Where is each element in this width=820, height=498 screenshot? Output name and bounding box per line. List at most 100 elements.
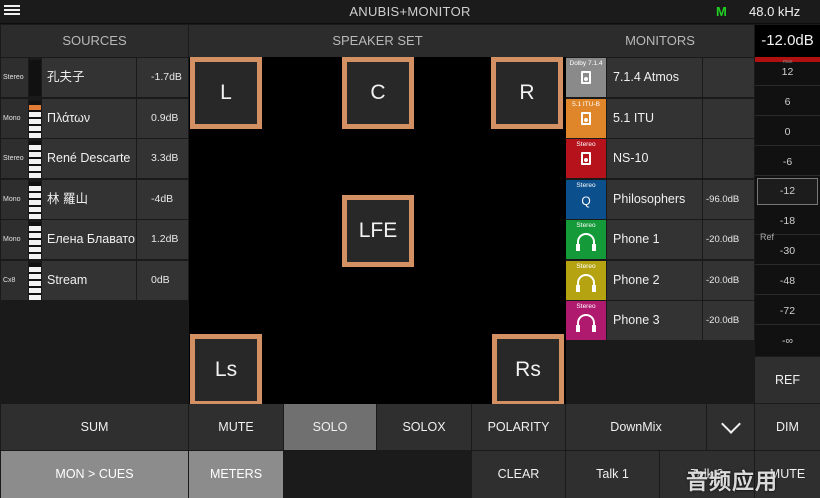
master-level-readout: -12.0dB (755, 25, 820, 57)
meter-segment (29, 145, 41, 150)
selected-level-marker[interactable]: -12 (757, 178, 818, 205)
sources-empty-area (1, 301, 188, 404)
monitor-format-tag: Stereo (566, 301, 606, 340)
source-gain[interactable]: 1.2dB (137, 220, 188, 259)
level-tick: -18 (779, 215, 796, 227)
meter-segment (29, 119, 41, 124)
monitor-level[interactable] (703, 99, 754, 138)
ref-button[interactable]: REF (755, 357, 820, 403)
speaker-icon (566, 71, 606, 89)
meter-segment (29, 186, 41, 191)
meter-segment (29, 247, 41, 252)
monitor-level[interactable]: -20.0dB (703, 220, 754, 259)
source-level-meter (29, 141, 41, 178)
level-tick: -∞ (782, 335, 793, 347)
meter-segment (29, 200, 41, 205)
meter-segment (29, 274, 41, 279)
monitor-format-label: Stereo (576, 303, 596, 310)
meter-segment (29, 254, 41, 259)
dim-button[interactable]: DIM (755, 404, 820, 450)
source-row[interactable]: Mono Елена Блавато 1.2dB (1, 220, 188, 260)
monitor-row[interactable]: Stereo Phone 3 -20.0dB (566, 301, 754, 341)
solo-button[interactable]: SOLO (284, 404, 376, 450)
level-tick: -72 (779, 305, 796, 317)
headphones-icon (566, 274, 606, 293)
source-row[interactable]: Stereo 孔夫子 -1.7dB (1, 58, 188, 98)
ref-level-marker: Ref (760, 232, 775, 242)
polarity-button[interactable]: POLARITY (472, 404, 565, 450)
downmix-button[interactable]: DownMix (566, 404, 706, 450)
monitor-format-label: 5.1 ITU-B (572, 101, 600, 108)
monitor-name: NS-10 (607, 139, 702, 178)
monitor-level[interactable] (703, 58, 754, 97)
monitor-format-label: Stereo (576, 182, 596, 189)
monitor-row[interactable]: Stereo NS-10 (566, 139, 754, 179)
talk1-button[interactable]: Talk 1 (566, 451, 659, 498)
source-format-tag: Mono (1, 180, 28, 219)
meter-segment (29, 240, 41, 245)
speaker-r[interactable]: R (491, 57, 563, 129)
watermark: 音频应用 (686, 469, 779, 494)
title-bar: ANUBIS+MONITOR M 48.0 kHz (0, 0, 820, 24)
source-row[interactable]: Stereo René Descarte 3.3dB (1, 139, 188, 179)
monitor-format-tag: Stereo (566, 261, 606, 300)
monitor-name: 7.1.4 Atmos (607, 58, 702, 97)
speaker-icon (566, 152, 606, 170)
clear-button[interactable]: CLEAR (472, 451, 565, 498)
meter-segment (29, 173, 41, 178)
monitor-level[interactable]: -20.0dB (703, 261, 754, 300)
monitor-format-label: Stereo (576, 222, 596, 229)
monitor-row[interactable]: Stereo Phone 2 -20.0dB (566, 261, 754, 301)
speaker-ls[interactable]: Ls (190, 334, 262, 406)
source-gain[interactable]: 3.3dB (137, 139, 188, 178)
monitor-level[interactable]: -20.0dB (703, 301, 754, 340)
downmix-dropdown[interactable] (707, 404, 754, 450)
solox-button[interactable]: SOLOX (377, 404, 471, 450)
meter-segment (29, 295, 41, 300)
meters-button[interactable]: METERS (189, 451, 283, 498)
level-max-label: max (783, 59, 793, 65)
source-name: Πλάτων (42, 99, 136, 138)
monitor-format-label: Stereo (576, 141, 596, 148)
monitor-level[interactable]: -96.0dB (703, 180, 754, 219)
mon-cues-button[interactable]: MON > CUES (1, 451, 188, 498)
source-level-meter (29, 263, 41, 300)
speaker-set-header: SPEAKER SET (189, 25, 566, 57)
meter-segment (29, 166, 41, 171)
source-format-tag: Stereo (1, 139, 28, 178)
chevron-down-icon (720, 414, 741, 434)
meter-segment (29, 226, 41, 231)
source-row[interactable]: Mono 林 羅山 -4dB (1, 180, 188, 220)
level-tick: 6 (784, 96, 791, 108)
speaker-l[interactable]: L (190, 57, 262, 129)
monitor-level[interactable] (703, 139, 754, 178)
level-tick: 0 (784, 126, 791, 138)
master-level-fader[interactable]: 12 6 0 -6 -18 -30 -48 -72 -∞ (755, 62, 820, 356)
source-gain[interactable]: 0.9dB (137, 99, 188, 138)
mode-indicator: M (716, 4, 727, 19)
app-title: ANUBIS+MONITOR (349, 4, 471, 19)
empty-button-slot (284, 451, 471, 498)
monitor-row[interactable]: Stereo Q Philosophers -96.0dB (566, 180, 754, 220)
meter-segment (29, 126, 41, 131)
monitor-name: 5.1 ITU (607, 99, 702, 138)
source-name: René Descarte (42, 139, 136, 178)
sum-button[interactable]: SUM (1, 404, 188, 450)
monitor-row[interactable]: Dolby 7.1.4 7.1.4 Atmos (566, 58, 754, 98)
monitors-header: MONITORS (566, 25, 754, 57)
level-tick: 12 (781, 66, 794, 78)
speaker-rs[interactable]: Rs (492, 334, 564, 406)
monitor-format-label: Dolby 7.1.4 (569, 60, 603, 67)
source-row[interactable]: Cx8 Stream 0dB (1, 261, 188, 301)
source-gain[interactable]: 0dB (137, 261, 188, 300)
speaker-c[interactable]: C (342, 57, 414, 129)
speaker-lfe[interactable]: LFE (342, 195, 414, 267)
monitor-row[interactable]: 5.1 ITU-B 5.1 ITU (566, 99, 754, 139)
source-gain[interactable]: -4dB (137, 180, 188, 219)
source-row[interactable]: Mono Πλάτων 0.9dB (1, 99, 188, 139)
monitor-row[interactable]: Stereo Phone 1 -20.0dB (566, 220, 754, 260)
meter-segment (29, 281, 41, 286)
monitors-empty-area (566, 342, 754, 404)
mute-button[interactable]: MUTE (189, 404, 283, 450)
source-gain[interactable]: -1.7dB (137, 58, 188, 97)
